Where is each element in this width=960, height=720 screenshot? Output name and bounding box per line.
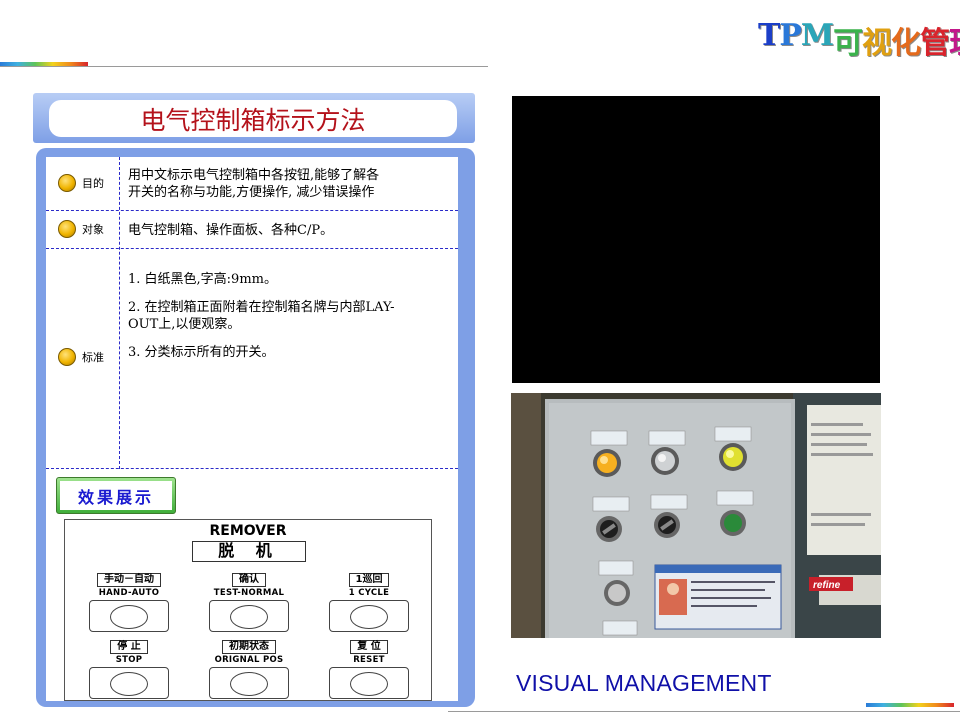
brand-char: T: [758, 18, 780, 53]
bottom-divider-line: [448, 711, 960, 712]
switch-en-label: TEST-NORMAL: [213, 588, 285, 598]
target-label-text: 对象: [82, 223, 104, 236]
purpose-line: 用中文标示电气控制箱中各按钮,能够了解各: [128, 168, 380, 183]
standard-line: 2. 在控制箱正面附着在控制箱名牌与内部LAY-: [128, 300, 395, 315]
standard-label: 标准: [58, 348, 104, 366]
brand-char: 可: [833, 26, 863, 61]
switch-cn-label: 复 位: [350, 640, 388, 654]
switch-cn-label: 手动－自动: [97, 573, 161, 587]
standard-line: 3. 分类标示所有的开关。: [128, 345, 275, 360]
switch-icon: [209, 600, 289, 632]
panel-body-frame: 目的 用中文标示电气控制箱中各按钮,能够了解各 开关的名称与功能,方便操作, 减…: [36, 148, 475, 707]
switch-hand-auto: 手动－自动 HAND-AUTO: [69, 567, 189, 632]
visual-management-caption: VISUAL MANAGEMENT: [516, 670, 772, 696]
method-panel: 电气控制箱标示方法 目的 用中文标示电气控制箱中各按钮,能够了解各 开关的名称与…: [33, 93, 475, 707]
switch-icon: [329, 667, 409, 699]
brand-char: 理: [949, 18, 960, 62]
target-text: 电气控制箱、操作面板、各种C/P。: [128, 222, 333, 239]
switch-cn-label: 确认: [232, 573, 266, 587]
standard-line: 1. 白纸黑色,字高:9mm。: [128, 272, 277, 287]
video-area[interactable]: [512, 96, 880, 383]
bullet-icon: [58, 348, 76, 366]
switch-stop: 停 止 STOP: [69, 634, 189, 699]
remover-panel-drawing: REMOVER 脱 机 手动－自动 HAND-AUTO 确认 TEST-NORM…: [64, 519, 432, 701]
standard-row: 标准 1. 白纸黑色,字高:9mm。 2. 在控制箱正面附着在控制箱名牌与内部L…: [46, 249, 458, 469]
switch-reset: 复 位 RESET: [309, 634, 429, 699]
control-box-photo: refine: [511, 393, 881, 638]
switch-en-label: RESET: [353, 655, 385, 665]
brand-char: 视: [862, 26, 892, 61]
standard-label-text: 标准: [82, 351, 104, 364]
control-box-illustration: refine: [511, 393, 881, 638]
switch-en-label: STOP: [115, 655, 143, 665]
bullet-icon: [58, 220, 76, 238]
switch-cn-label: 初期状态: [222, 640, 276, 654]
panel-body: 目的 用中文标示电气控制箱中各按钮,能够了解各 开关的名称与功能,方便操作, 减…: [46, 157, 458, 701]
switch-cn-label: 1巡回: [348, 573, 390, 587]
purpose-row: 目的 用中文标示电气控制箱中各按钮,能够了解各 开关的名称与功能,方便操作, 减…: [46, 157, 458, 211]
effect-display-tag: 效果展示: [56, 477, 176, 514]
switch-cn-label: 停 止: [110, 640, 148, 654]
bullet-icon: [58, 174, 76, 192]
switch-en-label: ORIGNAL POS: [214, 655, 284, 665]
purpose-label: 目的: [58, 174, 104, 192]
panel-title: 电气控制箱标示方法: [49, 100, 457, 137]
brand-char: M: [800, 18, 834, 53]
brand-char: 化: [891, 26, 921, 61]
switch-en-label: HAND-AUTO: [98, 588, 160, 598]
brand-char: 管: [920, 26, 950, 61]
purpose-line: 开关的名称与功能,方便操作, 减少错误操作: [128, 185, 375, 200]
switch-en-label: 1 CYCLE: [348, 588, 390, 598]
brand-char: P: [779, 18, 802, 53]
standard-text: 1. 白纸黑色,字高:9mm。 2. 在控制箱正面附着在控制箱名牌与内部LAY-…: [128, 271, 395, 361]
switch-icon: [89, 667, 169, 699]
bottom-right-rainbow-bar: [866, 703, 954, 707]
target-row: 对象 电气控制箱、操作面板、各种C/P。: [46, 211, 458, 249]
target-label: 对象: [58, 220, 104, 238]
target-line: 电气控制箱、操作面板、各种C/P。: [128, 223, 334, 238]
purpose-label-text: 目的: [82, 177, 104, 190]
effect-display-label: 效果展示: [60, 481, 172, 510]
switch-icon: [329, 600, 409, 632]
title-bar: 电气控制箱标示方法: [33, 93, 475, 143]
standard-line: OUT上,以便观察。: [128, 317, 241, 332]
switch-original-pos: 初期状态 ORIGNAL POS: [189, 634, 309, 699]
switch-1-cycle: 1巡回 1 CYCLE: [309, 567, 429, 632]
brand-logo: TPM可视化管理: [758, 18, 960, 62]
switch-test-normal: 确认 TEST-NORMAL: [189, 567, 309, 632]
switch-icon: [89, 600, 169, 632]
purpose-text: 用中文标示电气控制箱中各按钮,能够了解各 开关的名称与功能,方便操作, 减少错误…: [128, 167, 379, 201]
refine-logo: refine: [813, 580, 841, 591]
remover-title: REMOVER: [209, 523, 287, 539]
top-divider-line: [0, 66, 488, 67]
switch-icon: [209, 667, 289, 699]
remover-subtitle: 脱 机: [192, 541, 306, 562]
